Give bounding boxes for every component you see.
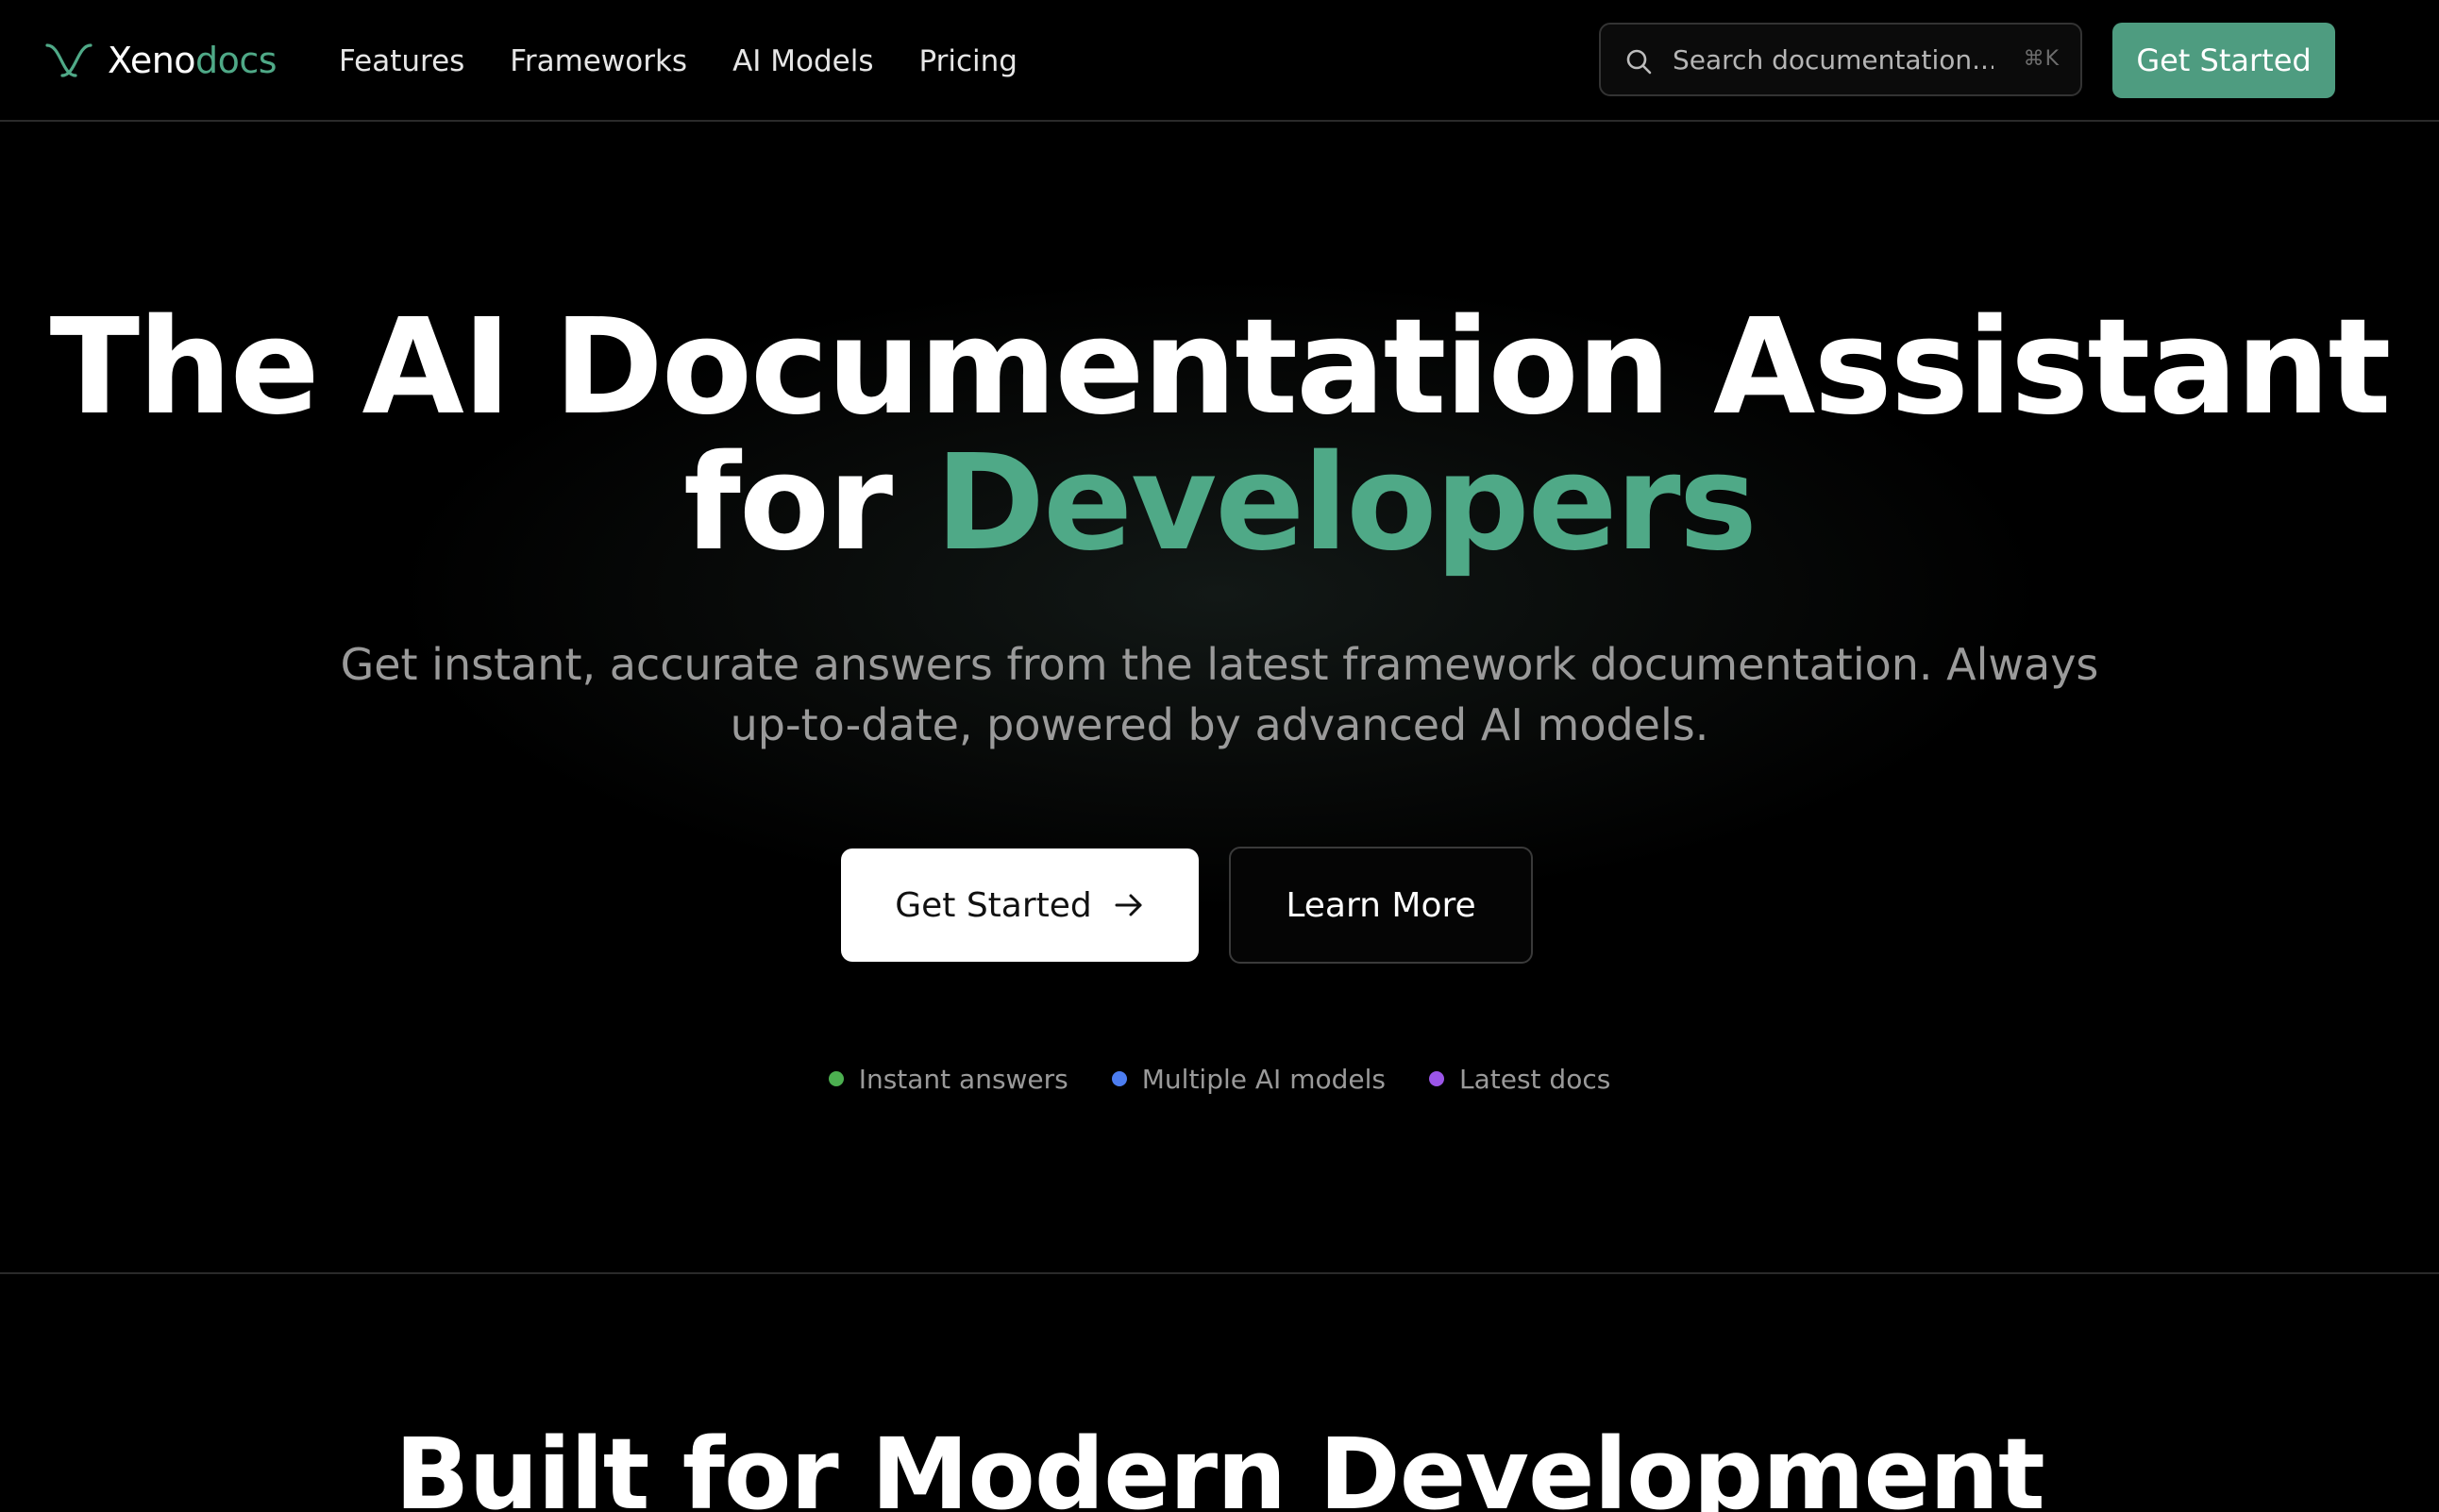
feature-label: Multiple AI models — [1141, 1063, 1386, 1095]
feature-item: Latest docs — [1428, 1063, 1611, 1095]
search-box[interactable]: ⌘K — [1599, 23, 2082, 96]
hero-title-line1: The AI Documentation Assistant — [49, 291, 2392, 445]
feature-highlights: Instant answers Multiple AI models Lates… — [0, 1055, 2439, 1102]
hero-title-accent: Developers — [934, 427, 1758, 580]
search-shortcut-hint: ⌘K — [2023, 47, 2060, 71]
brand-name: Xenodocs — [108, 40, 278, 81]
arrow-right-icon — [1115, 894, 1142, 916]
hero-get-started-label: Get Started — [895, 885, 1092, 925]
hero-title: The AI Documentation Assistant for Devel… — [0, 300, 2439, 572]
top-navbar: Xenodocs Features Frameworks AI Models P… — [0, 0, 2439, 122]
search-icon — [1626, 49, 1652, 75]
hero-learn-more-button[interactable]: Learn More — [1229, 847, 1533, 964]
nav-link-features[interactable]: Features — [339, 44, 464, 78]
hero-title-prefix: for — [683, 427, 893, 580]
feature-item: Multiple AI models — [1111, 1063, 1386, 1095]
feature-item: Instant answers — [828, 1063, 1068, 1095]
nav-link-frameworks[interactable]: Frameworks — [510, 44, 687, 78]
brand-name-accent: docs — [195, 40, 278, 81]
status-dot-icon — [1111, 1071, 1127, 1086]
brand-name-primary: Xeno — [108, 40, 196, 81]
hero-subtitle-line2: up-to-date, powered by advanced AI model… — [730, 699, 1709, 750]
status-dot-icon — [828, 1071, 844, 1086]
hero-section: The AI Documentation Assistant for Devel… — [0, 123, 2439, 1274]
search-input[interactable] — [1673, 25, 1993, 94]
nav-get-started-button[interactable]: Get Started — [2112, 23, 2335, 98]
page: Xenodocs Features Frameworks AI Models P… — [0, 0, 2439, 1512]
feature-label: Instant answers — [858, 1063, 1068, 1095]
hero-subtitle-line1: Get instant, accurate answers from the l… — [340, 639, 2099, 690]
hero-title-line2: for Developers — [0, 436, 2439, 572]
xenodocs-logo-icon — [45, 43, 93, 77]
section-title: Built for Modern Development — [395, 1417, 2045, 1512]
hero-subtitle: Get instant, accurate answers from the l… — [276, 634, 2163, 755]
hero-get-started-button[interactable]: Get Started — [841, 848, 1199, 962]
status-dot-icon — [1428, 1071, 1444, 1086]
brand-logo-link[interactable]: Xenodocs — [43, 34, 278, 87]
nav-links: Features Frameworks AI Models Pricing — [339, 38, 1018, 85]
nav-link-ai-models[interactable]: AI Models — [732, 44, 873, 78]
feature-label: Latest docs — [1458, 1063, 1611, 1095]
nav-link-pricing[interactable]: Pricing — [919, 44, 1018, 78]
